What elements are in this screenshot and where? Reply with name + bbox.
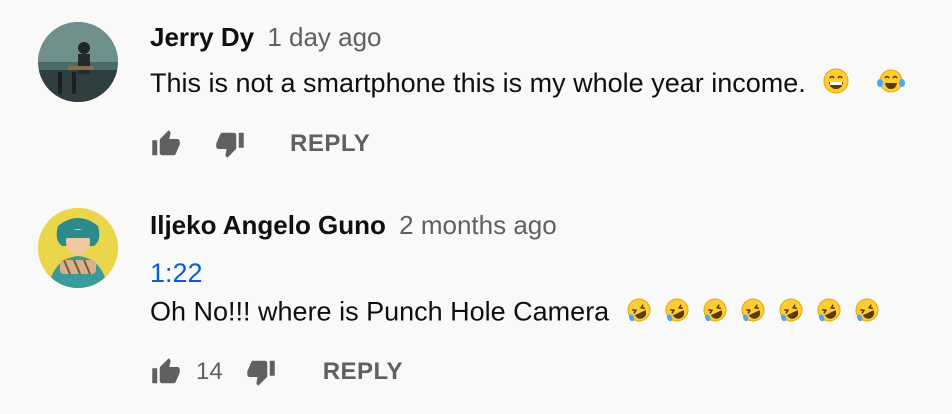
rolling-laughing-icon bbox=[815, 296, 843, 331]
comment-text: This is not a smartphone this is my whol… bbox=[150, 68, 905, 101]
tears-of-joy-icon bbox=[876, 68, 905, 101]
rolling-laughing-icon bbox=[853, 296, 881, 331]
thumbs-up-icon bbox=[152, 358, 180, 384]
reply-button[interactable]: REPLY bbox=[290, 130, 370, 158]
comment-actions: 14 REPLY bbox=[150, 352, 403, 392]
rolling-laughing-icon bbox=[663, 296, 691, 331]
comment-actions: REPLY bbox=[150, 124, 370, 164]
comment-time[interactable]: 1 day ago bbox=[267, 22, 381, 52]
comment-text-body: This is not a smartphone this is my whol… bbox=[150, 68, 806, 98]
emoji-row bbox=[617, 297, 881, 327]
comment-text: Oh No!!! where is Punch Hole Camera bbox=[150, 296, 881, 331]
rolling-laughing-icon bbox=[739, 296, 767, 331]
comment-thread-1: Jerry Dy 1 day ago This is not a smartph… bbox=[0, 0, 952, 190]
comment-header: Jerry Dy 1 day ago bbox=[150, 22, 382, 53]
like-button[interactable] bbox=[150, 129, 182, 159]
comment-header: Iljeko Angelo Guno 2 months ago bbox=[150, 210, 557, 241]
dislike-button[interactable] bbox=[214, 129, 246, 159]
author-name[interactable]: Jerry Dy bbox=[150, 22, 254, 52]
like-count: 14 bbox=[196, 358, 223, 385]
timestamp-link[interactable]: 1:22 bbox=[150, 258, 203, 289]
thumbs-up-icon bbox=[152, 130, 180, 156]
comment-thread-2: Iljeko Angelo Guno 2 months ago 1:22 Oh … bbox=[0, 190, 952, 414]
like-button[interactable] bbox=[150, 357, 182, 387]
rolling-laughing-icon bbox=[777, 296, 805, 331]
thumbs-down-icon bbox=[216, 132, 244, 158]
avatar[interactable] bbox=[38, 208, 118, 288]
reply-button[interactable]: REPLY bbox=[323, 358, 403, 386]
author-name[interactable]: Iljeko Angelo Guno bbox=[150, 210, 386, 240]
thumbs-down-icon bbox=[246, 360, 275, 386]
dislike-button[interactable] bbox=[245, 357, 277, 387]
grinning-face-icon bbox=[823, 68, 849, 101]
rolling-laughing-icon bbox=[625, 296, 653, 331]
rolling-laughing-icon bbox=[701, 296, 729, 331]
comment-text-body: Oh No!!! where is Punch Hole Camera bbox=[150, 296, 610, 327]
comment-time[interactable]: 2 months ago bbox=[399, 210, 557, 240]
avatar[interactable] bbox=[38, 22, 118, 102]
